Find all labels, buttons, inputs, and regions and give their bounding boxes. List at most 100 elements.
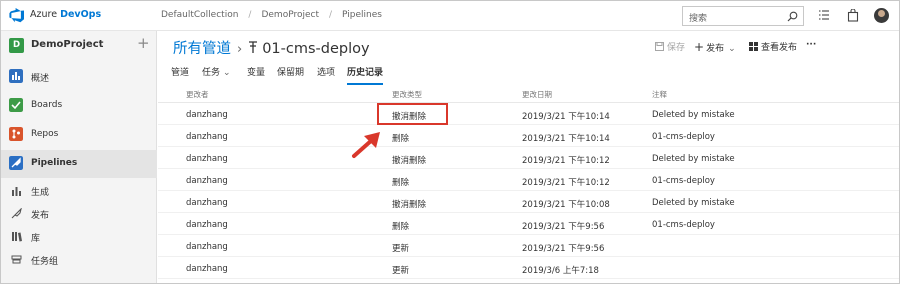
sidebar-subitem-releases[interactable]: 发布 xyxy=(1,203,157,225)
tab-tasks[interactable]: 任务 ⌄ xyxy=(202,65,231,85)
cell-changed-by: danzhang xyxy=(186,132,228,142)
cell-changed-by: danzhang xyxy=(186,220,228,230)
table-header: 更改者 更改类型 更改日期 注释 xyxy=(158,85,899,103)
cell-change-date: 2019/3/21 下午10:12 xyxy=(522,178,610,188)
table-row[interactable]: danzhang 撤消删除 2019/3/21 下午10:14 Deleted … xyxy=(158,104,899,125)
cell-change-date: 2019/3/21 下午9:56 xyxy=(522,222,605,232)
tab-variables[interactable]: 变量 xyxy=(247,65,265,85)
sidebar-subitem-task-groups[interactable]: 任务组 xyxy=(1,249,157,271)
search-icon[interactable] xyxy=(787,11,798,22)
tab-options[interactable]: 选项 xyxy=(317,65,335,85)
annotation-highlight-box xyxy=(377,103,448,125)
task-groups-icon xyxy=(11,255,22,264)
column-header-changed-by[interactable]: 更改者 xyxy=(186,89,209,100)
cell-comment: Deleted by mistake xyxy=(652,154,735,164)
project-badge: D xyxy=(9,38,24,53)
add-icon[interactable]: + xyxy=(137,36,150,51)
column-header-comment[interactable]: 注释 xyxy=(652,89,667,100)
cell-change-date: 2019/3/21 下午10:08 xyxy=(522,200,610,210)
sidebar-subitem-label: 发布 xyxy=(31,211,50,221)
sidebar: D DemoProject + 概述 Boards Repos Pipeline… xyxy=(1,31,157,283)
repos-icon xyxy=(9,127,23,141)
cell-comment: 01-cms-deploy xyxy=(652,132,715,142)
table-row[interactable]: danzhang 撤消删除 2019/3/21 下午10:08 Deleted … xyxy=(158,192,899,213)
more-actions-button[interactable]: ··· xyxy=(806,40,816,50)
sidebar-item-repos[interactable]: Repos xyxy=(1,121,157,149)
chevron-down-icon: ⌄ xyxy=(223,68,231,78)
chevron-right-icon: › xyxy=(237,42,243,57)
breadcrumb-collection[interactable]: DefaultCollection xyxy=(161,10,238,20)
cell-comment: Deleted by mistake xyxy=(652,110,735,120)
search-input[interactable]: 搜索 xyxy=(682,6,804,26)
azure-devops-logo-icon[interactable] xyxy=(9,7,25,23)
builds-icon xyxy=(12,187,21,196)
cell-changed-by: danzhang xyxy=(186,176,228,186)
table-row[interactable]: danzhang 删除 2019/3/21 下午10:12 01-cms-dep… xyxy=(158,170,899,191)
release-button[interactable]: + 发布 ⌄ xyxy=(694,40,736,54)
cell-change-type: 删除 xyxy=(392,134,410,144)
pipelines-icon xyxy=(9,156,23,170)
save-icon xyxy=(655,42,664,51)
cell-change-date: 2019/3/21 下午9:56 xyxy=(522,244,605,254)
save-button[interactable]: 保存 xyxy=(655,40,685,53)
tab-retention[interactable]: 保留期 xyxy=(277,65,304,85)
cell-changed-by: danzhang xyxy=(186,154,228,164)
table-row[interactable]: danzhang 删除 2019/3/21 下午10:14 01-cms-dep… xyxy=(158,126,899,147)
cell-change-date: 2019/3/21 下午10:14 xyxy=(522,134,610,144)
user-avatar[interactable] xyxy=(874,8,889,23)
cell-comment: 01-cms-deploy xyxy=(652,220,715,230)
grid-icon xyxy=(749,42,758,51)
sidebar-subitem-builds[interactable]: 生成 xyxy=(1,180,157,202)
table-row[interactable]: danzhang 更新 2019/3/21 下午9:56 xyxy=(158,236,899,257)
annotation-arrow-icon xyxy=(352,132,380,158)
breadcrumb-pipelines[interactable]: Pipelines xyxy=(342,10,382,20)
cell-changed-by: danzhang xyxy=(186,198,228,208)
sidebar-item-label: Boards xyxy=(31,100,63,110)
sidebar-item-boards[interactable]: Boards xyxy=(1,92,157,120)
table-row[interactable]: danzhang 删除 2019/3/21 下午9:56 01-cms-depl… xyxy=(158,214,899,235)
pipeline-definition-icon xyxy=(249,41,258,53)
table-row[interactable]: danzhang 更新 2019/3/6 上午7:18 xyxy=(158,258,899,279)
tab-history[interactable]: 历史记录 xyxy=(347,65,384,85)
project-name: DemoProject xyxy=(31,39,104,50)
top-bar: Azure DevOps DefaultCollection / DemoProje… xyxy=(1,1,899,31)
brand-name[interactable]: Azure DevOps xyxy=(30,9,101,20)
title-parent-link[interactable]: 所有管道 xyxy=(173,41,231,57)
column-header-change-date[interactable]: 更改日期 xyxy=(522,89,552,100)
cell-change-date: 2019/3/6 上午7:18 xyxy=(522,266,599,276)
column-header-change-type[interactable]: 更改类型 xyxy=(392,89,422,100)
view-releases-button[interactable]: 查看发布 xyxy=(749,40,797,53)
table-row[interactable]: danzhang 撤消删除 2019/3/21 下午10:12 Deleted … xyxy=(158,148,899,169)
cell-change-type: 更新 xyxy=(392,266,410,276)
sidebar-subitem-library[interactable]: 库 xyxy=(1,226,157,248)
cell-change-type: 删除 xyxy=(392,222,410,232)
releases-icon xyxy=(11,208,22,219)
cell-changed-by: danzhang xyxy=(186,110,228,120)
list-icon[interactable] xyxy=(818,9,830,21)
cell-change-date: 2019/3/21 下午10:12 xyxy=(522,156,610,166)
search-placeholder: 搜索 xyxy=(689,14,708,24)
sidebar-item-label: Pipelines xyxy=(31,158,78,168)
cell-comment: 01-cms-deploy xyxy=(652,176,715,186)
cell-change-date: 2019/3/21 下午10:14 xyxy=(522,112,610,122)
sidebar-item-pipelines[interactable]: Pipelines xyxy=(1,150,157,178)
tab-pipeline[interactable]: 管道 xyxy=(171,65,189,85)
cell-change-type: 撤消删除 xyxy=(392,200,427,210)
cell-change-type: 更新 xyxy=(392,244,410,254)
cell-change-type: 删除 xyxy=(392,178,410,188)
main-content: 所有管道 › 01-cms-deploy 保存 + 发布 ⌄ 查看发布 ··· 管道 任… xyxy=(158,31,899,283)
shopping-bag-icon[interactable] xyxy=(847,9,859,22)
sidebar-item-overview[interactable]: 概述 xyxy=(1,63,157,91)
cell-changed-by: danzhang xyxy=(186,242,228,252)
project-header[interactable]: D DemoProject + xyxy=(1,31,157,61)
title-current: 01-cms-deploy xyxy=(262,41,370,57)
cell-change-type: 撤消删除 xyxy=(392,156,427,166)
sidebar-subitem-label: 库 xyxy=(31,234,41,244)
boards-icon xyxy=(9,98,23,112)
sidebar-subitem-label: 任务组 xyxy=(31,257,59,267)
breadcrumb-project[interactable]: DemoProject xyxy=(261,10,319,20)
app-window: Azure DevOps DefaultCollection / DemoProje… xyxy=(0,0,900,284)
sidebar-item-label: 概述 xyxy=(31,74,50,84)
sidebar-subitem-label: 生成 xyxy=(31,188,50,198)
cell-changed-by: danzhang xyxy=(186,264,228,274)
